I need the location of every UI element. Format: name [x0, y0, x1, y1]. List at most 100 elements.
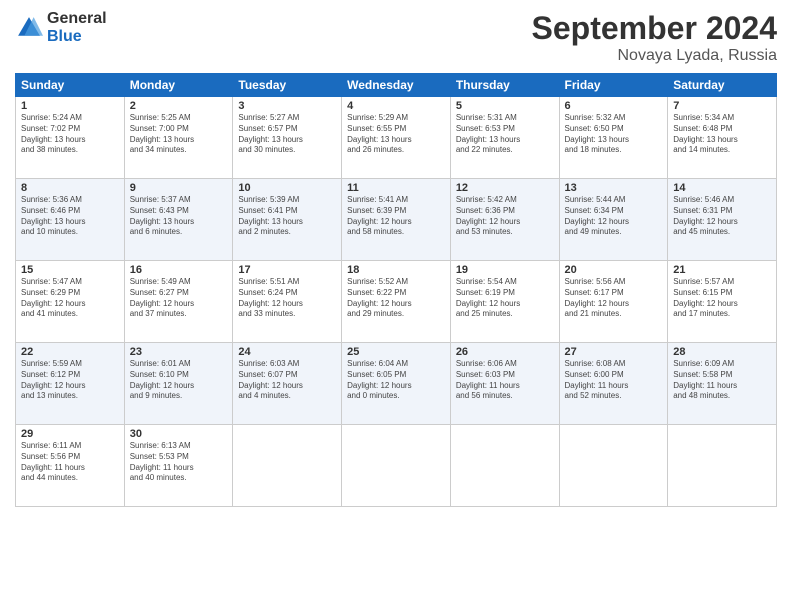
table-row: 7Sunrise: 5:34 AMSunset: 6:48 PMDaylight… — [668, 97, 777, 179]
table-row: 28Sunrise: 6:09 AMSunset: 5:58 PMDayligh… — [668, 343, 777, 425]
day-number: 4 — [347, 100, 445, 112]
day-number: 28 — [673, 346, 771, 358]
table-row: 14Sunrise: 5:46 AMSunset: 6:31 PMDayligh… — [668, 179, 777, 261]
day-number: 9 — [130, 182, 228, 194]
day-content: Sunrise: 5:57 AMSunset: 6:15 PMDaylight:… — [673, 277, 771, 320]
day-number: 3 — [238, 100, 336, 112]
day-number: 29 — [21, 428, 119, 440]
table-row — [450, 425, 559, 507]
day-content: Sunrise: 5:34 AMSunset: 6:48 PMDaylight:… — [673, 113, 771, 156]
table-row: 30Sunrise: 6:13 AMSunset: 5:53 PMDayligh… — [124, 425, 233, 507]
day-content: Sunrise: 5:37 AMSunset: 6:43 PMDaylight:… — [130, 195, 228, 238]
day-number: 11 — [347, 182, 445, 194]
day-content: Sunrise: 6:09 AMSunset: 5:58 PMDaylight:… — [673, 359, 771, 402]
table-row: 8Sunrise: 5:36 AMSunset: 6:46 PMDaylight… — [16, 179, 125, 261]
table-row: 15Sunrise: 5:47 AMSunset: 6:29 PMDayligh… — [16, 261, 125, 343]
day-number: 2 — [130, 100, 228, 112]
day-content: Sunrise: 5:44 AMSunset: 6:34 PMDaylight:… — [565, 195, 663, 238]
day-content: Sunrise: 5:41 AMSunset: 6:39 PMDaylight:… — [347, 195, 445, 238]
day-content: Sunrise: 5:25 AMSunset: 7:00 PMDaylight:… — [130, 113, 228, 156]
day-number: 5 — [456, 100, 554, 112]
day-content: Sunrise: 5:42 AMSunset: 6:36 PMDaylight:… — [456, 195, 554, 238]
col-header-thursday: Thursday — [450, 74, 559, 97]
table-row — [559, 425, 668, 507]
day-number: 18 — [347, 264, 445, 276]
day-content: Sunrise: 5:51 AMSunset: 6:24 PMDaylight:… — [238, 277, 336, 320]
day-number: 19 — [456, 264, 554, 276]
day-number: 27 — [565, 346, 663, 358]
day-number: 6 — [565, 100, 663, 112]
day-content: Sunrise: 6:11 AMSunset: 5:56 PMDaylight:… — [21, 441, 119, 484]
table-row — [668, 425, 777, 507]
day-number: 12 — [456, 182, 554, 194]
day-content: Sunrise: 6:04 AMSunset: 6:05 PMDaylight:… — [347, 359, 445, 402]
day-content: Sunrise: 5:54 AMSunset: 6:19 PMDaylight:… — [456, 277, 554, 320]
day-number: 25 — [347, 346, 445, 358]
day-number: 15 — [21, 264, 119, 276]
col-header-sunday: Sunday — [16, 74, 125, 97]
day-content: Sunrise: 5:46 AMSunset: 6:31 PMDaylight:… — [673, 195, 771, 238]
col-header-wednesday: Wednesday — [342, 74, 451, 97]
calendar-table: SundayMondayTuesdayWednesdayThursdayFrid… — [15, 73, 777, 507]
day-content: Sunrise: 5:47 AMSunset: 6:29 PMDaylight:… — [21, 277, 119, 320]
table-row: 22Sunrise: 5:59 AMSunset: 6:12 PMDayligh… — [16, 343, 125, 425]
table-row: 17Sunrise: 5:51 AMSunset: 6:24 PMDayligh… — [233, 261, 342, 343]
day-number: 30 — [130, 428, 228, 440]
day-content: Sunrise: 5:56 AMSunset: 6:17 PMDaylight:… — [565, 277, 663, 320]
day-content: Sunrise: 5:31 AMSunset: 6:53 PMDaylight:… — [456, 113, 554, 156]
table-row — [233, 425, 342, 507]
col-header-saturday: Saturday — [668, 74, 777, 97]
logo: General Blue — [15, 10, 107, 45]
table-row: 11Sunrise: 5:41 AMSunset: 6:39 PMDayligh… — [342, 179, 451, 261]
table-row: 2Sunrise: 5:25 AMSunset: 7:00 PMDaylight… — [124, 97, 233, 179]
table-row: 29Sunrise: 6:11 AMSunset: 5:56 PMDayligh… — [16, 425, 125, 507]
day-content: Sunrise: 6:01 AMSunset: 6:10 PMDaylight:… — [130, 359, 228, 402]
month-title: September 2024 — [532, 10, 777, 47]
day-number: 17 — [238, 264, 336, 276]
day-content: Sunrise: 5:24 AMSunset: 7:02 PMDaylight:… — [21, 113, 119, 156]
day-number: 20 — [565, 264, 663, 276]
table-row: 16Sunrise: 5:49 AMSunset: 6:27 PMDayligh… — [124, 261, 233, 343]
col-header-tuesday: Tuesday — [233, 74, 342, 97]
day-content: Sunrise: 6:03 AMSunset: 6:07 PMDaylight:… — [238, 359, 336, 402]
table-row: 12Sunrise: 5:42 AMSunset: 6:36 PMDayligh… — [450, 179, 559, 261]
table-row: 26Sunrise: 6:06 AMSunset: 6:03 PMDayligh… — [450, 343, 559, 425]
table-row — [342, 425, 451, 507]
day-number: 8 — [21, 182, 119, 194]
day-number: 14 — [673, 182, 771, 194]
location-title: Novaya Lyada, Russia — [532, 47, 777, 65]
table-row: 10Sunrise: 5:39 AMSunset: 6:41 PMDayligh… — [233, 179, 342, 261]
day-number: 16 — [130, 264, 228, 276]
col-header-friday: Friday — [559, 74, 668, 97]
table-row: 5Sunrise: 5:31 AMSunset: 6:53 PMDaylight… — [450, 97, 559, 179]
col-header-monday: Monday — [124, 74, 233, 97]
day-content: Sunrise: 5:27 AMSunset: 6:57 PMDaylight:… — [238, 113, 336, 156]
table-row: 19Sunrise: 5:54 AMSunset: 6:19 PMDayligh… — [450, 261, 559, 343]
table-row: 21Sunrise: 5:57 AMSunset: 6:15 PMDayligh… — [668, 261, 777, 343]
day-content: Sunrise: 5:49 AMSunset: 6:27 PMDaylight:… — [130, 277, 228, 320]
day-number: 23 — [130, 346, 228, 358]
logo-icon — [15, 14, 43, 42]
table-row: 25Sunrise: 6:04 AMSunset: 6:05 PMDayligh… — [342, 343, 451, 425]
day-number: 22 — [21, 346, 119, 358]
day-number: 10 — [238, 182, 336, 194]
table-row: 9Sunrise: 5:37 AMSunset: 6:43 PMDaylight… — [124, 179, 233, 261]
day-content: Sunrise: 6:08 AMSunset: 6:00 PMDaylight:… — [565, 359, 663, 402]
table-row: 6Sunrise: 5:32 AMSunset: 6:50 PMDaylight… — [559, 97, 668, 179]
table-row: 20Sunrise: 5:56 AMSunset: 6:17 PMDayligh… — [559, 261, 668, 343]
table-row: 13Sunrise: 5:44 AMSunset: 6:34 PMDayligh… — [559, 179, 668, 261]
logo-general-text: General — [47, 10, 107, 28]
day-content: Sunrise: 6:06 AMSunset: 6:03 PMDaylight:… — [456, 359, 554, 402]
table-row: 23Sunrise: 6:01 AMSunset: 6:10 PMDayligh… — [124, 343, 233, 425]
table-row: 27Sunrise: 6:08 AMSunset: 6:00 PMDayligh… — [559, 343, 668, 425]
day-number: 26 — [456, 346, 554, 358]
logo-blue-text: Blue — [47, 28, 107, 46]
day-content: Sunrise: 5:39 AMSunset: 6:41 PMDaylight:… — [238, 195, 336, 238]
day-number: 7 — [673, 100, 771, 112]
day-content: Sunrise: 5:52 AMSunset: 6:22 PMDaylight:… — [347, 277, 445, 320]
day-number: 21 — [673, 264, 771, 276]
table-row: 18Sunrise: 5:52 AMSunset: 6:22 PMDayligh… — [342, 261, 451, 343]
title-block: September 2024 Novaya Lyada, Russia — [532, 10, 777, 65]
day-content: Sunrise: 5:36 AMSunset: 6:46 PMDaylight:… — [21, 195, 119, 238]
day-content: Sunrise: 5:29 AMSunset: 6:55 PMDaylight:… — [347, 113, 445, 156]
